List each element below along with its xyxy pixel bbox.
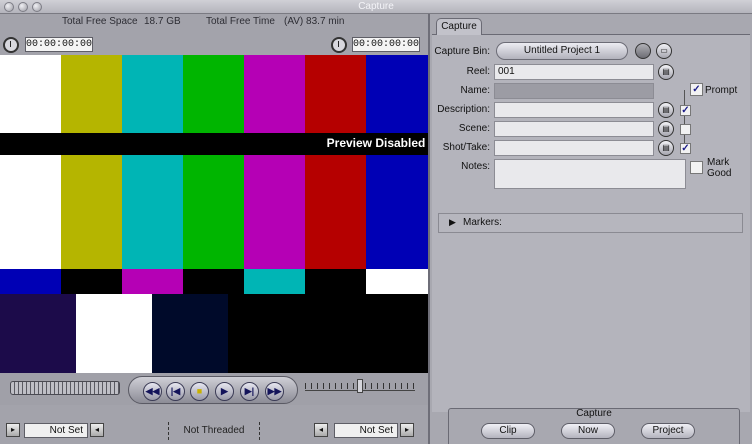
next-edit-button[interactable]: ▶| (240, 382, 259, 401)
color-bar-cyan (122, 55, 183, 269)
name-label: Name: (460, 85, 490, 96)
scene-slate-icon[interactable]: ▤ (658, 121, 674, 137)
shot-take-field[interactable] (494, 140, 654, 156)
capture-window: Capture Total Free Space 18.7 GB Total F… (0, 0, 752, 444)
fast-forward-button[interactable]: ▶▶ (265, 382, 284, 401)
current-timecode-field[interactable]: 00:00:00:00 (352, 37, 420, 52)
in-out-row: ▸ Not Set ◂ Not Threaded ◂ Not Set ▸ (0, 416, 428, 444)
rewind-button[interactable]: ◀◀ (143, 382, 162, 401)
capture-group-label: Capture (576, 408, 612, 419)
scene-include-checkbox[interactable] (680, 124, 691, 135)
threaded-status: Not Threaded (168, 422, 260, 440)
reel-slate-icon[interactable]: ▤ (658, 64, 674, 80)
mark-good-checkbox[interactable] (690, 161, 703, 174)
mid-bar-black-3 (305, 269, 366, 294)
transport-button-pod: ◀◀ |◀ ■ ▶ ▶| ▶▶ (128, 376, 298, 404)
name-field (494, 83, 654, 99)
prompt-checkbox[interactable]: ✓ (690, 83, 703, 96)
out-point-field[interactable]: Not Set (334, 423, 398, 438)
capture-settings-panel: Capture Bin: Untitled Project 1 ▭ Reel: … (428, 14, 752, 444)
mark-in-icon[interactable]: ▸ (6, 423, 20, 437)
capture-bin-button[interactable]: Untitled Project 1 (496, 42, 628, 60)
description-slate-icon[interactable]: ▤ (658, 102, 674, 118)
shuttle-slider[interactable] (305, 379, 415, 393)
color-bar-magenta (244, 55, 305, 269)
color-bar-red (305, 55, 366, 269)
timecode-row: 00:00:00:00 00:00:00:00 (0, 33, 428, 55)
stop-button[interactable]: ■ (190, 382, 209, 401)
mid-bar-magenta (122, 269, 183, 294)
capture-project-button[interactable]: Project (641, 423, 695, 439)
play-button[interactable]: ▶ (215, 382, 234, 401)
color-bar-yellow (61, 55, 122, 269)
reel-label: Reel: (466, 66, 490, 77)
shot-take-slate-icon[interactable]: ▤ (658, 140, 674, 156)
duration-timecode-field[interactable]: 00:00:00:00 (25, 37, 93, 52)
transport-controls: ◀◀ |◀ ■ ▶ ▶| ▶▶ (0, 373, 428, 405)
go-to-in-icon[interactable]: ◂ (90, 423, 104, 437)
mid-bar-cyan (244, 269, 305, 294)
free-space-bar: Total Free Space 18.7 GB Total Free Time… (0, 14, 428, 30)
shot-take-label: Shot/Take: (442, 142, 490, 153)
free-time-label: Total Free Time (206, 16, 275, 27)
capture-clip-button[interactable]: Clip (481, 423, 535, 439)
mid-bar-white (366, 269, 428, 294)
window-title: Capture (358, 1, 394, 12)
color-bar-white (0, 55, 61, 269)
scene-label: Scene: (458, 123, 490, 134)
prompt-connector (684, 90, 685, 150)
description-include-checkbox[interactable]: ✓ (680, 105, 691, 116)
mark-out-icon[interactable]: ▸ (400, 423, 414, 437)
jog-control[interactable] (10, 381, 120, 395)
pluge-dark-blue (152, 294, 228, 373)
capture-tab-body: Capture Bin: Untitled Project 1 ▭ Reel: … (432, 34, 750, 412)
scene-field[interactable] (494, 121, 654, 137)
description-field[interactable] (494, 102, 654, 118)
pluge-black (228, 294, 428, 373)
mark-good-label-line2: Good (707, 168, 732, 179)
tab-capture[interactable]: Capture (436, 18, 482, 35)
color-bar-green (183, 55, 244, 269)
color-bar-blue (366, 55, 428, 269)
new-bin-icon[interactable]: ▭ (656, 43, 672, 59)
reel-field[interactable]: 001 (494, 64, 654, 80)
free-space-label: Total Free Space (62, 16, 138, 27)
markers-section[interactable]: ▶ Markers: (438, 213, 743, 233)
mid-bar-black-1 (61, 269, 122, 294)
free-time-value: (AV) 83.7 min (284, 16, 345, 27)
bin-icon[interactable] (635, 43, 651, 59)
color-bars-preview (0, 55, 428, 373)
capture-bin-label: Capture Bin: (434, 46, 490, 57)
current-clock-icon (331, 37, 347, 53)
prompt-label: Prompt (705, 85, 738, 96)
notes-label: Notes: (461, 161, 490, 172)
duration-clock-icon (3, 37, 19, 53)
shot-take-include-checkbox[interactable]: ✓ (680, 143, 691, 154)
previous-edit-button[interactable]: |◀ (166, 382, 185, 401)
capture-button-group: Capture Clip Now Project (448, 408, 740, 444)
pluge-navy (0, 294, 76, 373)
notes-field[interactable] (494, 159, 686, 189)
shuttle-knob[interactable] (357, 379, 363, 393)
description-label: Description: (437, 104, 490, 115)
in-point-field[interactable]: Not Set (24, 423, 88, 438)
markers-label: Markers: (463, 217, 502, 228)
mark-good-label-line1: Mark (707, 157, 730, 168)
free-space-value: 18.7 GB (144, 16, 181, 27)
go-to-out-icon[interactable]: ◂ (314, 423, 328, 437)
title-bar[interactable]: Capture (0, 0, 752, 14)
mid-bar-black-2 (183, 269, 244, 294)
disclosure-triangle-icon[interactable]: ▶ (449, 217, 456, 228)
pluge-white (76, 294, 152, 373)
mid-bar-blue (0, 269, 61, 294)
capture-now-button[interactable]: Now (561, 423, 615, 439)
